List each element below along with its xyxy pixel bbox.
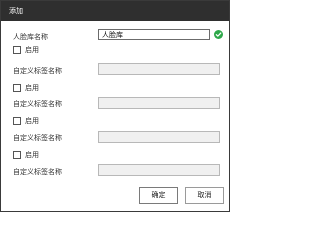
custom-tag-label-3: 自定义标签名称 — [13, 134, 62, 142]
enable-checkbox-2[interactable] — [13, 84, 21, 92]
custom-tag-label-2: 自定义标签名称 — [13, 100, 62, 108]
enable-checkbox-1[interactable] — [13, 46, 21, 54]
custom-tag-input-1[interactable] — [98, 63, 220, 75]
enable-checkbox-row-2[interactable]: 启用 — [13, 83, 39, 93]
enable-checkbox-row-3[interactable]: 启用 — [13, 116, 39, 126]
enable-checkbox-3[interactable] — [13, 117, 21, 125]
add-dialog: 添加 人脸库名称 启用 自定义标签名称 启用 自定义标签名称 启用 自定义标签名… — [0, 0, 230, 212]
enable-label-2: 启用 — [25, 84, 39, 92]
enable-checkbox-row-4[interactable]: 启用 — [13, 150, 39, 160]
confirm-button[interactable]: 确定 — [139, 187, 178, 204]
custom-tag-label-4: 自定义标签名称 — [13, 168, 62, 176]
cancel-button[interactable]: 取消 — [185, 187, 224, 204]
face-library-name-input[interactable] — [98, 29, 210, 40]
custom-tag-input-4[interactable] — [98, 164, 220, 176]
face-library-name-label: 人脸库名称 — [13, 33, 48, 41]
enable-label-1: 启用 — [25, 46, 39, 54]
enable-checkbox-row-1[interactable]: 启用 — [13, 45, 39, 55]
custom-tag-label-1: 自定义标签名称 — [13, 67, 62, 75]
enable-checkbox-4[interactable] — [13, 151, 21, 159]
dialog-title: 添加 — [1, 1, 229, 21]
check-circle-icon — [214, 30, 223, 39]
enable-label-4: 启用 — [25, 151, 39, 159]
custom-tag-input-3[interactable] — [98, 131, 220, 143]
custom-tag-input-2[interactable] — [98, 97, 220, 109]
enable-label-3: 启用 — [25, 117, 39, 125]
